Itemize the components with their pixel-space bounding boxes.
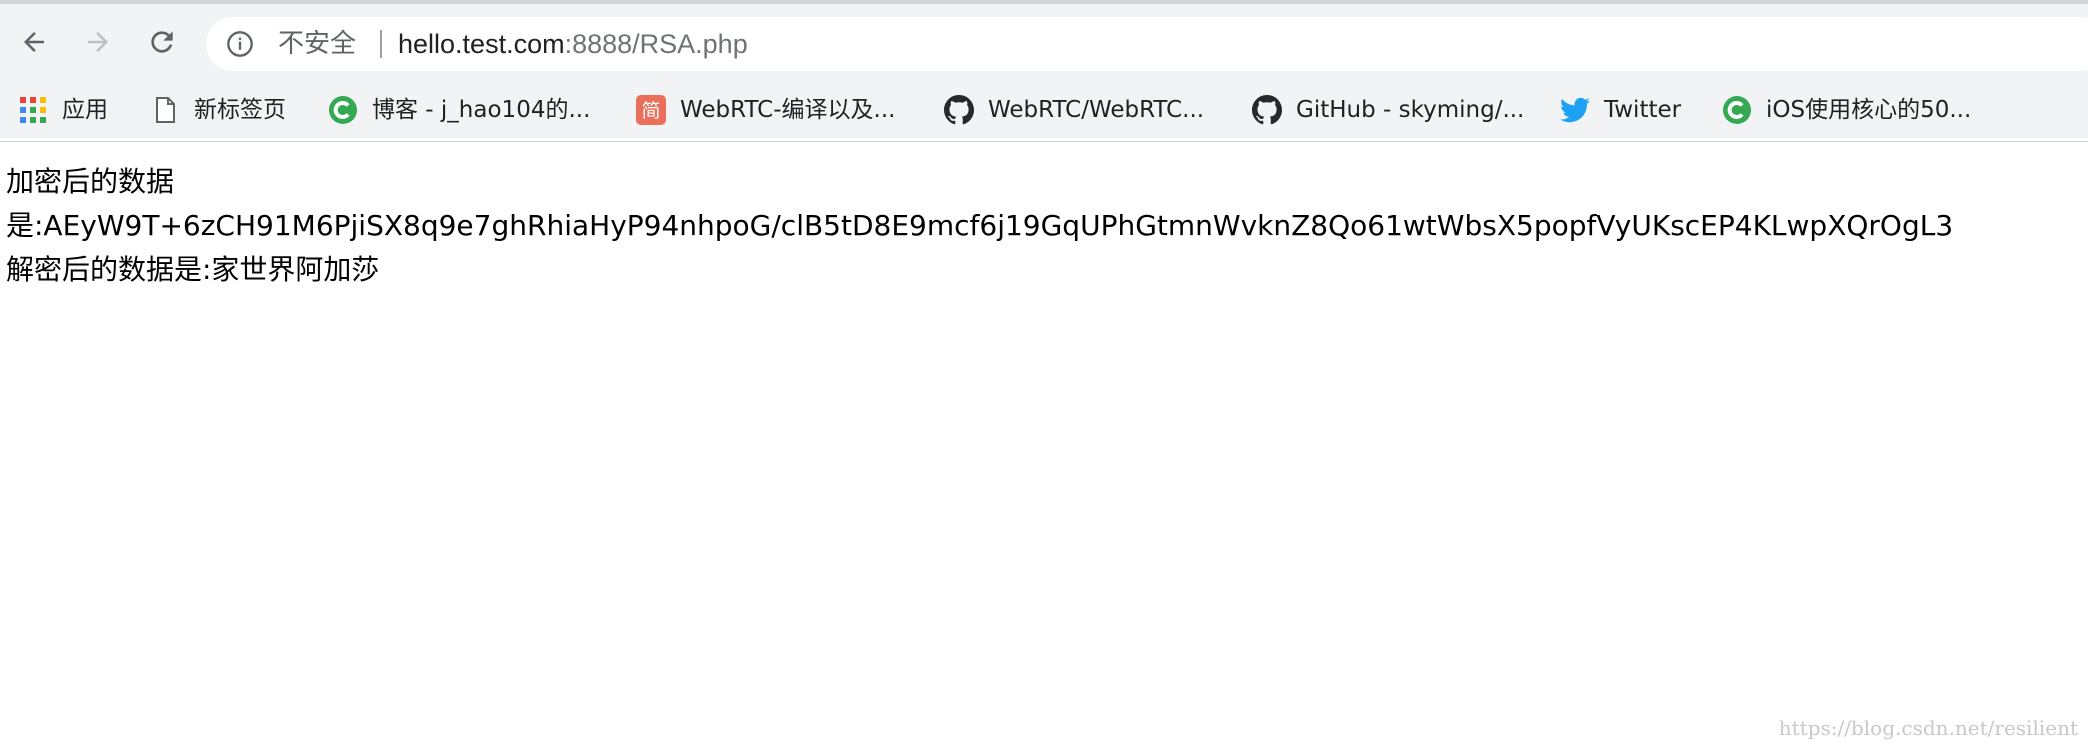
bookmark-webrtc-github[interactable]: WebRTC/WebRTC... [944, 90, 1204, 130]
apps-grid-icon [20, 97, 46, 123]
arrow-right-icon [88, 32, 108, 52]
url-port-path: :8888/RSA.php [564, 29, 748, 59]
github-icon [1252, 95, 1282, 125]
bookmark-webrtc-compile[interactable]: 简 WebRTC-编译以及... [636, 90, 895, 130]
bookmark-label: iOS使用核心的50... [1766, 97, 1972, 123]
jianshu-icon: 简 [636, 95, 666, 125]
svg-text:简: 简 [641, 100, 660, 122]
green-c-icon [329, 96, 357, 124]
bookmark-twitter[interactable]: Twitter [1560, 90, 1681, 130]
twitter-icon [1560, 97, 1590, 123]
green-c-icon [1723, 96, 1751, 124]
bookmark-label: 博客 - j_hao104的... [372, 97, 591, 123]
bookmark-label: Twitter [1604, 97, 1682, 123]
browser-toolbar: 不安全 hello.test.com:8888/RSA.php 应用 新标签页 … [0, 0, 2088, 142]
toolbar-divider [0, 141, 2088, 142]
security-label[interactable]: 不安全 [278, 27, 356, 61]
info-icon[interactable] [226, 30, 254, 58]
github-icon [944, 95, 974, 125]
bookmark-label: WebRTC/WebRTC... [988, 97, 1205, 123]
reload-icon [151, 31, 173, 53]
bookmark-github-skyming[interactable]: GitHub - skyming/... [1252, 90, 1524, 130]
page-icon [156, 97, 175, 123]
bookmark-label: WebRTC-编译以及... [680, 97, 896, 123]
page-content: 加密后的数据 是:AEyW9T+6zCH91M6PjiSX8q9e7ghRhia… [6, 160, 2088, 292]
bookmark-ios-core[interactable]: iOS使用核心的50... [1722, 90, 1971, 130]
bookmarks-bar: 应用 新标签页 博客 - j_hao104的... 简 WebRTC-编译以及.… [0, 84, 2088, 136]
bookmark-label: 新标签页 [194, 97, 286, 123]
back-button[interactable] [12, 20, 56, 64]
omnibox-divider [380, 30, 382, 58]
address-bar[interactable]: 不安全 hello.test.com:8888/RSA.php [206, 17, 2088, 71]
encrypted-data-line: 是:AEyW9T+6zCH91M6PjiSX8q9e7ghRhiaHyP94nh… [6, 209, 1954, 242]
navigation-row: 不安全 hello.test.com:8888/RSA.php [0, 8, 2088, 76]
reload-button[interactable] [140, 20, 184, 64]
bookmark-apps[interactable]: 应用 [18, 90, 108, 130]
bookmark-label: GitHub - skyming/... [1296, 97, 1525, 123]
bookmark-blog[interactable]: 博客 - j_hao104的... [328, 90, 590, 130]
arrow-left-icon [24, 32, 44, 52]
forward-button[interactable] [76, 20, 120, 64]
bookmark-new-tab[interactable]: 新标签页 [150, 90, 286, 130]
url-text[interactable]: hello.test.com:8888/RSA.php [398, 27, 748, 61]
bookmark-label: 应用 [62, 97, 108, 123]
decrypted-data-line: 解密后的数据是:家世界阿加莎 [6, 253, 380, 286]
watermark: https://blog.csdn.net/resilient [1778, 716, 2078, 740]
url-host: hello.test.com [398, 29, 565, 59]
encrypted-label-line: 加密后的数据 [6, 165, 175, 198]
